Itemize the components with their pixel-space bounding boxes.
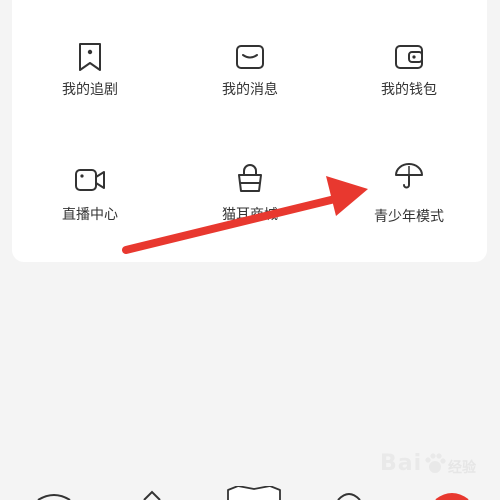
shopping-bag-icon — [238, 164, 262, 192]
menu-item-label: 猫耳商城 — [222, 207, 278, 223]
menu-item-my-wallet[interactable]: 我的钱包 — [349, 35, 469, 115]
nav-discover-icon[interactable] — [138, 486, 168, 500]
nav-center-cat-icon[interactable] — [226, 486, 282, 500]
menu-item-label: 我的追剧 — [62, 82, 118, 98]
menu-item-my-dramas[interactable]: 我的追剧 — [30, 35, 150, 115]
baidu-watermark: Bai 经验 — [380, 447, 495, 487]
nav-profile-icon[interactable] — [432, 486, 472, 500]
nav-home-icon[interactable] — [34, 486, 74, 500]
menu-card: 我的追剧 我的消息 我的钱包 直播中心 猫耳商城 青少年模式 — [12, 0, 487, 262]
menu-item-label: 我的钱包 — [381, 82, 437, 98]
menu-item-label: 我的消息 — [222, 82, 278, 98]
nav-community-icon[interactable] — [334, 486, 364, 500]
video-camera-icon — [75, 169, 105, 191]
watermark-brand: Bai — [380, 451, 423, 476]
menu-item-teen-mode[interactable]: 青少年模式 — [349, 160, 469, 240]
umbrella-icon — [395, 163, 423, 189]
menu-item-cat-ear-mall[interactable]: 猫耳商城 — [190, 160, 310, 240]
wallet-icon — [395, 45, 423, 69]
bookmark-icon — [79, 43, 101, 71]
paw-icon — [425, 453, 446, 473]
menu-item-my-messages[interactable]: 我的消息 — [190, 35, 310, 115]
watermark-sub: 经验 — [448, 460, 476, 476]
menu-item-label: 直播中心 — [62, 207, 118, 223]
menu-item-label: 青少年模式 — [374, 209, 444, 225]
bottom-nav — [0, 486, 500, 500]
message-icon — [236, 45, 264, 69]
menu-item-live-center[interactable]: 直播中心 — [30, 160, 150, 240]
